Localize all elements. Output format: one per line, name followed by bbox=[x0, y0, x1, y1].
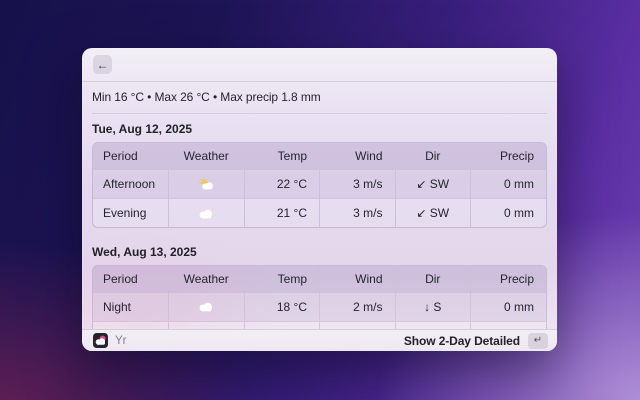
dir-cell: ↙ SW bbox=[394, 197, 471, 227]
column-header-weather: Weather bbox=[168, 143, 244, 170]
column-header-temp: Temp bbox=[243, 266, 320, 293]
column-header-weather: Weather bbox=[168, 266, 244, 293]
dir-cell: ↓ S bbox=[394, 291, 471, 321]
column-header-period: Period bbox=[93, 266, 169, 293]
column-header-temp: Temp bbox=[243, 143, 320, 170]
wind-cell: 2 m/s bbox=[319, 291, 395, 321]
back-arrow-icon: ← bbox=[96, 57, 109, 72]
app-name-label: Yr bbox=[115, 334, 127, 347]
period-cell: Night bbox=[93, 291, 169, 321]
precip-cell: 0 mm bbox=[470, 168, 546, 198]
sun-behind-cloud-icon bbox=[198, 178, 215, 190]
forecast-sections: Tue, Aug 12, 2025 Period Weather Temp Wind Di… bbox=[92, 114, 547, 351]
period-cell: Evening bbox=[93, 197, 169, 227]
forecast-summary: Min 16 °C • Max 26 °C • Max precip 1.8 m… bbox=[92, 90, 321, 104]
column-header-dir: Dir bbox=[394, 143, 471, 170]
temp-cell: 21 °C bbox=[243, 197, 320, 227]
period-cell: Afternoon bbox=[93, 168, 169, 198]
return-key-icon: ↵ bbox=[533, 335, 543, 346]
weather-cell bbox=[168, 291, 244, 321]
detail-content: Min 16 °C • Max 26 °C • Max precip 1.8 m… bbox=[82, 82, 557, 351]
column-header-precip: Precip bbox=[470, 143, 546, 170]
dir-cell: ↙ SW bbox=[394, 168, 471, 198]
section-date-label: Tue, Aug 12, 2025 bbox=[92, 122, 193, 136]
column-header-wind: Wind bbox=[319, 266, 395, 293]
wind-cell: 3 m/s bbox=[319, 197, 395, 227]
precip-cell: 0 mm bbox=[470, 197, 546, 227]
column-header-period: Period bbox=[93, 143, 169, 170]
yr-app-icon bbox=[93, 333, 108, 348]
raycast-window: ← Min 16 °C • Max 26 °C • Max precip 1.8… bbox=[82, 48, 557, 351]
status-bar: Yr Show 2-Day Detailed ↵ bbox=[82, 329, 557, 351]
cloud-icon bbox=[198, 302, 214, 312]
column-header-dir: Dir bbox=[394, 266, 471, 293]
return-keycap[interactable]: ↵ bbox=[528, 332, 548, 349]
temp-cell: 18 °C bbox=[243, 291, 320, 321]
nav-bar: ← bbox=[82, 48, 557, 82]
table-row: Afternoon 22 °C 3 m/s ↙ SW 0 mm bbox=[93, 168, 546, 198]
precip-cell: 0 mm bbox=[470, 291, 546, 321]
temp-cell: 22 °C bbox=[243, 168, 320, 198]
primary-action-label[interactable]: Show 2-Day Detailed bbox=[404, 334, 520, 348]
column-header-precip: Precip bbox=[470, 266, 546, 293]
weather-cell bbox=[168, 168, 244, 198]
column-header-wind: Wind bbox=[319, 143, 395, 170]
wind-cell: 3 m/s bbox=[319, 168, 395, 198]
cloud-icon bbox=[198, 209, 214, 219]
table-row: Night 18 °C 2 m/s ↓ S0 mm bbox=[93, 291, 546, 321]
back-button[interactable]: ← bbox=[93, 55, 112, 74]
weather-cell bbox=[168, 197, 244, 227]
forecast-table: Period Weather Temp Wind Dir Precip Afternoon 2… bbox=[92, 142, 547, 228]
table-row: Evening 21 °C 3 m/s ↙ SW 0 mm bbox=[93, 197, 546, 227]
section-date-label: Wed, Aug 13, 2025 bbox=[92, 245, 197, 259]
